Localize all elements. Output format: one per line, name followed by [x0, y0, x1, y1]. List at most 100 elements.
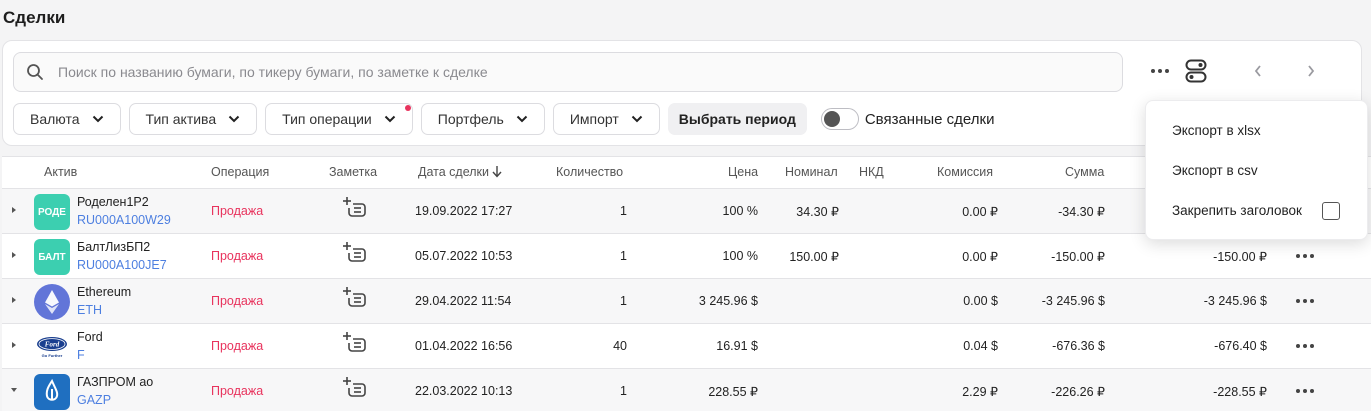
- date-cell: 01.04.2022 16:56: [415, 339, 513, 353]
- commission-cell: 2.29 ₽: [962, 385, 998, 399]
- select-period-button[interactable]: Выбрать период: [667, 103, 807, 135]
- sum-cell: -226.26 ₽: [1051, 385, 1105, 399]
- svg-text:Go Further: Go Further: [42, 353, 63, 358]
- asset-ticker[interactable]: RU000A100JE7: [77, 258, 167, 272]
- filter-dropdown[interactable]: Валюта: [13, 103, 121, 135]
- add-note-icon[interactable]: [342, 376, 366, 401]
- col-operation[interactable]: Операция: [211, 165, 269, 179]
- quantity-cell: 1: [620, 249, 627, 263]
- search-input[interactable]: [58, 64, 1058, 80]
- col-asset[interactable]: Актив: [44, 165, 77, 179]
- operation-cell: Продажа: [211, 294, 264, 308]
- filter-label: Импорт: [569, 111, 619, 127]
- col-nkd[interactable]: НКД: [859, 165, 884, 179]
- row-actions-button[interactable]: [1296, 299, 1314, 303]
- date-cell: 22.03.2022 10:13: [415, 384, 513, 398]
- date-cell: 29.04.2022 11:54: [415, 294, 512, 308]
- row-actions-button[interactable]: [1296, 254, 1314, 258]
- add-note-icon[interactable]: [342, 286, 366, 311]
- svg-text:Ford: Ford: [45, 341, 60, 349]
- operation-cell: Продажа: [211, 249, 264, 263]
- add-note-icon[interactable]: [342, 241, 366, 266]
- asset-name: БалтЛизБП2: [77, 240, 151, 254]
- export-menu: Экспорт в xlsx Экспорт в csv Закрепить з…: [1145, 100, 1368, 240]
- collapse-row-icon[interactable]: [10, 386, 18, 394]
- ethereum-logo: [34, 284, 70, 320]
- chevron-down-icon: [92, 115, 103, 123]
- quantity-cell: 40: [613, 339, 627, 353]
- sum-cell: -676.36 $: [1052, 339, 1105, 353]
- add-note-icon[interactable]: [342, 196, 366, 221]
- pin-header-checkbox[interactable]: [1322, 202, 1340, 220]
- total-cell: -3 245.96 $: [1203, 294, 1267, 308]
- add-note-icon[interactable]: [342, 331, 366, 356]
- asset-ticker[interactable]: F: [77, 348, 85, 362]
- asset-ticker[interactable]: RU000A100W29: [77, 213, 171, 227]
- asset-name: Ford: [77, 330, 103, 344]
- col-note[interactable]: Заметка: [329, 165, 377, 179]
- filter-active-badge: [404, 105, 411, 111]
- asset-logo: РОДЕ: [34, 194, 70, 230]
- col-sum[interactable]: Сумма: [1065, 165, 1104, 179]
- sum-cell: -3 245.96 $: [1041, 294, 1105, 308]
- asset-ticker[interactable]: ETH: [77, 303, 102, 317]
- asset-logo-text: РОДЕ: [38, 206, 66, 218]
- expand-row-icon[interactable]: [10, 296, 18, 304]
- linked-deals-toggle[interactable]: [820, 108, 859, 130]
- filter-label: Тип актива: [145, 111, 217, 127]
- operation-cell: Продажа: [211, 204, 264, 218]
- settings-toggle-icon[interactable]: [1185, 59, 1207, 83]
- price-cell: 3 245.96 $: [698, 294, 758, 308]
- asset-ticker[interactable]: GAZP: [77, 393, 111, 407]
- linked-deals-label: Связанные сделки: [864, 110, 995, 128]
- chevron-left-icon[interactable]: [1253, 64, 1263, 78]
- filters-bar: Валюта Тип актива Тип операции Портфель Импо…: [13, 103, 994, 135]
- chevron-down-icon: [516, 115, 528, 123]
- expand-row-icon[interactable]: [10, 341, 18, 349]
- ford-logo: Ford Go Further: [34, 329, 70, 365]
- table-row[interactable]: Ford Go Further Ford F Продажа 01.04.2022 16:…: [2, 324, 1371, 369]
- expand-row-icon[interactable]: [10, 251, 18, 259]
- asset-logo-text: БАЛТ: [38, 251, 66, 263]
- price-cell: 100 %: [722, 249, 758, 263]
- row-actions-button[interactable]: [1296, 389, 1314, 393]
- chevron-right-icon[interactable]: [1306, 64, 1316, 78]
- filter-dropdown[interactable]: Портфель: [420, 103, 545, 135]
- total-cell: -676.40 $: [1214, 339, 1267, 353]
- filter-dropdown[interactable]: Импорт: [552, 103, 660, 135]
- table-row[interactable]: БАЛТ БалтЛизБП2 RU000A100JE7 Продажа 05.07.2…: [2, 234, 1371, 279]
- table-row[interactable]: ГАЗПРОМ ао GAZP Продажа 22.03.2022 10:13 1 22…: [2, 369, 1371, 411]
- filter-label: Тип операции: [282, 111, 372, 127]
- commission-cell: 0.00 ₽: [962, 205, 998, 219]
- filter-dropdown[interactable]: Тип операции: [265, 103, 413, 135]
- sum-cell: -150.00 ₽: [1051, 250, 1105, 264]
- col-commission[interactable]: Комиссия: [937, 165, 993, 179]
- asset-logo: БАЛТ: [34, 239, 70, 275]
- commission-cell: 0.00 $: [963, 294, 998, 308]
- row-actions-button[interactable]: [1296, 344, 1314, 348]
- col-date-label: Дата сделки: [418, 165, 489, 179]
- col-price[interactable]: Цена: [728, 165, 758, 179]
- more-options-button[interactable]: [1149, 60, 1171, 82]
- gazprom-logo: [34, 374, 70, 410]
- search-box[interactable]: [13, 52, 1123, 92]
- filter-dropdown[interactable]: Тип актива: [128, 103, 258, 135]
- expand-row-icon[interactable]: [10, 206, 18, 214]
- operation-cell: Продажа: [211, 384, 264, 398]
- col-date[interactable]: Дата сделки: [418, 165, 503, 179]
- page-title: Сделки: [3, 8, 66, 27]
- sum-cell: -34.30 ₽: [1058, 205, 1105, 219]
- pin-header-item[interactable]: Закрепить заголовок: [1172, 203, 1302, 218]
- export-csv-item[interactable]: Экспорт в csv: [1172, 163, 1258, 178]
- col-nominal[interactable]: Номинал: [785, 165, 838, 179]
- date-cell: 05.07.2022 10:53: [415, 249, 513, 263]
- export-xlsx-item[interactable]: Экспорт в xlsx: [1172, 123, 1261, 138]
- asset-name: Роделен1Р2: [77, 195, 149, 209]
- col-quantity[interactable]: Количество: [556, 165, 623, 179]
- commission-cell: 0.00 ₽: [962, 250, 998, 264]
- operation-cell: Продажа: [211, 339, 264, 353]
- price-cell: 16.91 $: [716, 339, 758, 353]
- quantity-cell: 1: [620, 294, 627, 308]
- nominal-cell: 34.30 ₽: [796, 205, 839, 219]
- table-row[interactable]: Ethereum ETH Продажа 29.04.2022 11:54 1 3 245…: [2, 279, 1371, 324]
